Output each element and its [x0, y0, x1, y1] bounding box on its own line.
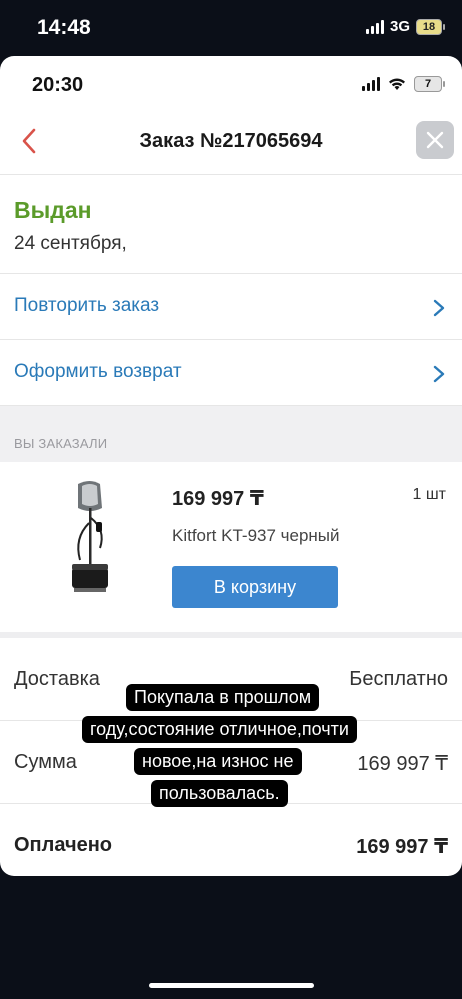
battery-icon: 18: [416, 18, 445, 35]
outer-status-bar: 14:48 3G 18: [0, 0, 462, 56]
caption-line: пользовалась.: [151, 780, 288, 807]
order-header: Заказ №217065694: [0, 112, 462, 175]
chevron-right-icon: [433, 365, 445, 383]
status-date: 24 сентября,: [14, 233, 127, 254]
status-label: Выдан: [14, 197, 92, 223]
add-to-cart-button[interactable]: В корзину: [172, 566, 338, 608]
caption-line: году,состояние отличное,почти: [82, 716, 357, 743]
chevron-right-icon: [433, 299, 445, 317]
signal-icon: [362, 77, 380, 91]
repeat-order-label: Повторить заказ: [14, 295, 160, 316]
section-caption: ВЫ ЗАКАЗАЛИ: [14, 436, 108, 451]
paid-label: Оплачено: [14, 834, 112, 856]
return-order-label: Оформить возврат: [14, 361, 182, 382]
close-icon: [426, 131, 444, 149]
battery-icon: 7: [414, 76, 445, 92]
caption-overlay: Покупала в прошлом году,состояние отличн…: [0, 680, 462, 810]
close-button[interactable]: [416, 121, 454, 159]
product-quantity: 1 шт: [412, 486, 446, 503]
signal-icon: [365, 19, 384, 34]
order-status: Выдан 24 сентября,: [0, 175, 462, 274]
network-type: 3G: [389, 18, 410, 35]
outer-time: 14:48: [37, 16, 91, 39]
ordered-section-header: ВЫ ЗАКАЗАЛИ: [0, 406, 462, 462]
caption-line: новое,на износ не: [134, 748, 302, 775]
paid-value: 169 997 ₸: [356, 836, 448, 858]
home-indicator[interactable]: [149, 983, 314, 988]
garment-steamer-image: [72, 481, 108, 592]
inner-time: 20:30: [32, 74, 84, 96]
product-price: 169 997 ₸: [172, 488, 264, 510]
inner-status-icons: 7: [362, 76, 445, 92]
outer-status-icons: 3G 18: [365, 18, 445, 35]
wifi-icon: [389, 78, 405, 90]
product-item: 169 997 ₸ 1 шт Kitfort KT-937 черный В к…: [0, 462, 462, 638]
repeat-order-row[interactable]: Повторить заказ: [0, 274, 462, 340]
inner-status-bar: 20:30 7: [0, 56, 462, 112]
return-order-row[interactable]: Оформить возврат: [0, 340, 462, 406]
page-title: Заказ №217065694: [139, 130, 323, 152]
product-name[interactable]: Kitfort KT-937 черный: [172, 526, 340, 546]
caption-line: Покупала в прошлом: [126, 684, 320, 711]
paid-row: Оплачено 169 997 ₸: [0, 804, 462, 876]
